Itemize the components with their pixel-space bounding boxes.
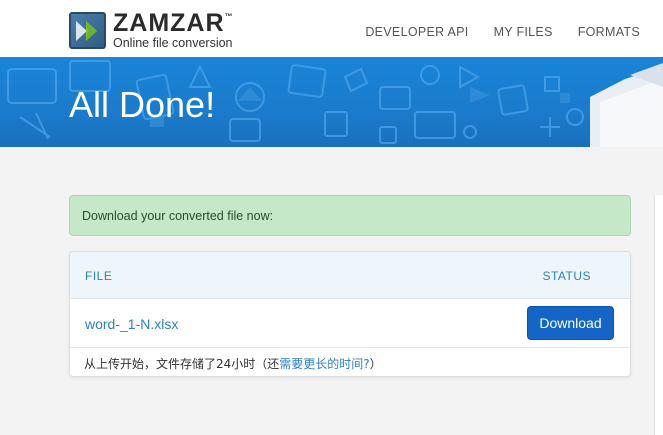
zamzar-logo-icon [69,11,106,49]
table-row: word-_1-N.xlsx Download [70,299,630,348]
nav-formats[interactable]: FORMATS [578,25,640,39]
table-header: FILE STATUS [70,252,630,299]
longer-storage-link[interactable]: 需要更长的时间? [279,357,369,371]
brand-name: ZAMZAR™ [113,8,234,37]
main-nav: DEVELOPER API MY FILES FORMATS [340,25,640,39]
site-header: ZAMZAR™ Online file conversion DEVELOPER… [0,0,663,57]
column-header-file: FILE [85,269,113,283]
nav-developer-api[interactable]: DEVELOPER API [365,25,468,39]
zamzar-logo[interactable]: ZAMZAR™ Online file conversion [69,8,234,50]
nav-my-files[interactable]: MY FILES [494,25,553,39]
file-name-link[interactable]: word-_1-N.xlsx [85,316,178,332]
success-alert: Download your converted file now: [69,195,631,236]
brand-tagline: Online file conversion [113,35,233,50]
files-table: FILE STATUS word-_1-N.xlsx Download 从上传开… [69,251,631,377]
banner: All Done! [0,57,663,147]
column-header-status: STATUS [542,269,591,283]
storage-note-suffix: ） [369,357,382,371]
download-button[interactable]: Download [527,306,614,340]
storage-note-text: 从上传开始，文件存储了24小时（还 [84,357,280,371]
side-panel [654,195,663,435]
storage-note: 从上传开始，文件存储了24小时（还需要更长的时间?） [70,348,630,376]
page-title: All Done! [69,84,216,125]
